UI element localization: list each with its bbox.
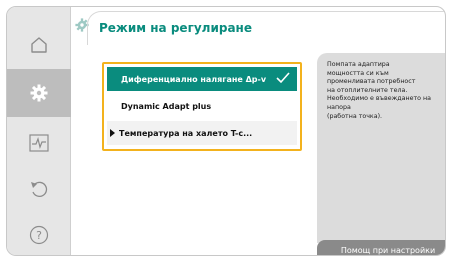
sidebar-item-home[interactable] [7, 21, 71, 69]
help-icon: ? [29, 225, 49, 245]
sidebar-item-settings[interactable] [7, 69, 71, 117]
gear-icon [30, 84, 48, 102]
sidebar-item-diagnostics[interactable] [7, 119, 71, 167]
help-text: Помпата адаптира мощността си към промен… [327, 61, 431, 120]
option-label: Dynamic Adapt plus [121, 101, 212, 111]
diagnostics-icon [29, 134, 49, 152]
option-label: Температура на халето T-с... [119, 128, 253, 138]
sidebar-item-undo[interactable] [7, 165, 71, 213]
sidebar: ? [7, 7, 71, 255]
setup-help-button[interactable]: Помощ при настройки [317, 240, 445, 255]
checkmark-icon [275, 71, 291, 87]
undo-icon [29, 180, 49, 198]
page-title: Режим на регулиране [99, 21, 252, 35]
option-hall-temperature[interactable]: Температура на халето T-с... [107, 121, 297, 145]
help-panel: Помпата адаптира мощността си към промен… [317, 53, 445, 243]
submenu-arrow-icon [110, 129, 115, 137]
control-mode-list: Диференциално налягане Δp-v Dynamic Adap… [102, 62, 302, 151]
home-icon [30, 36, 48, 54]
device-screen: ? Режим на регулиране Диференциално наля… [6, 6, 446, 256]
svg-text:?: ? [36, 229, 42, 242]
option-differential-pressure[interactable]: Диференциално налягане Δp-v [107, 67, 297, 91]
sidebar-item-help[interactable]: ? [7, 211, 71, 255]
option-dynamic-adapt[interactable]: Dynamic Adapt plus [107, 94, 297, 118]
option-label: Диференциално налягане Δp-v [121, 74, 267, 84]
